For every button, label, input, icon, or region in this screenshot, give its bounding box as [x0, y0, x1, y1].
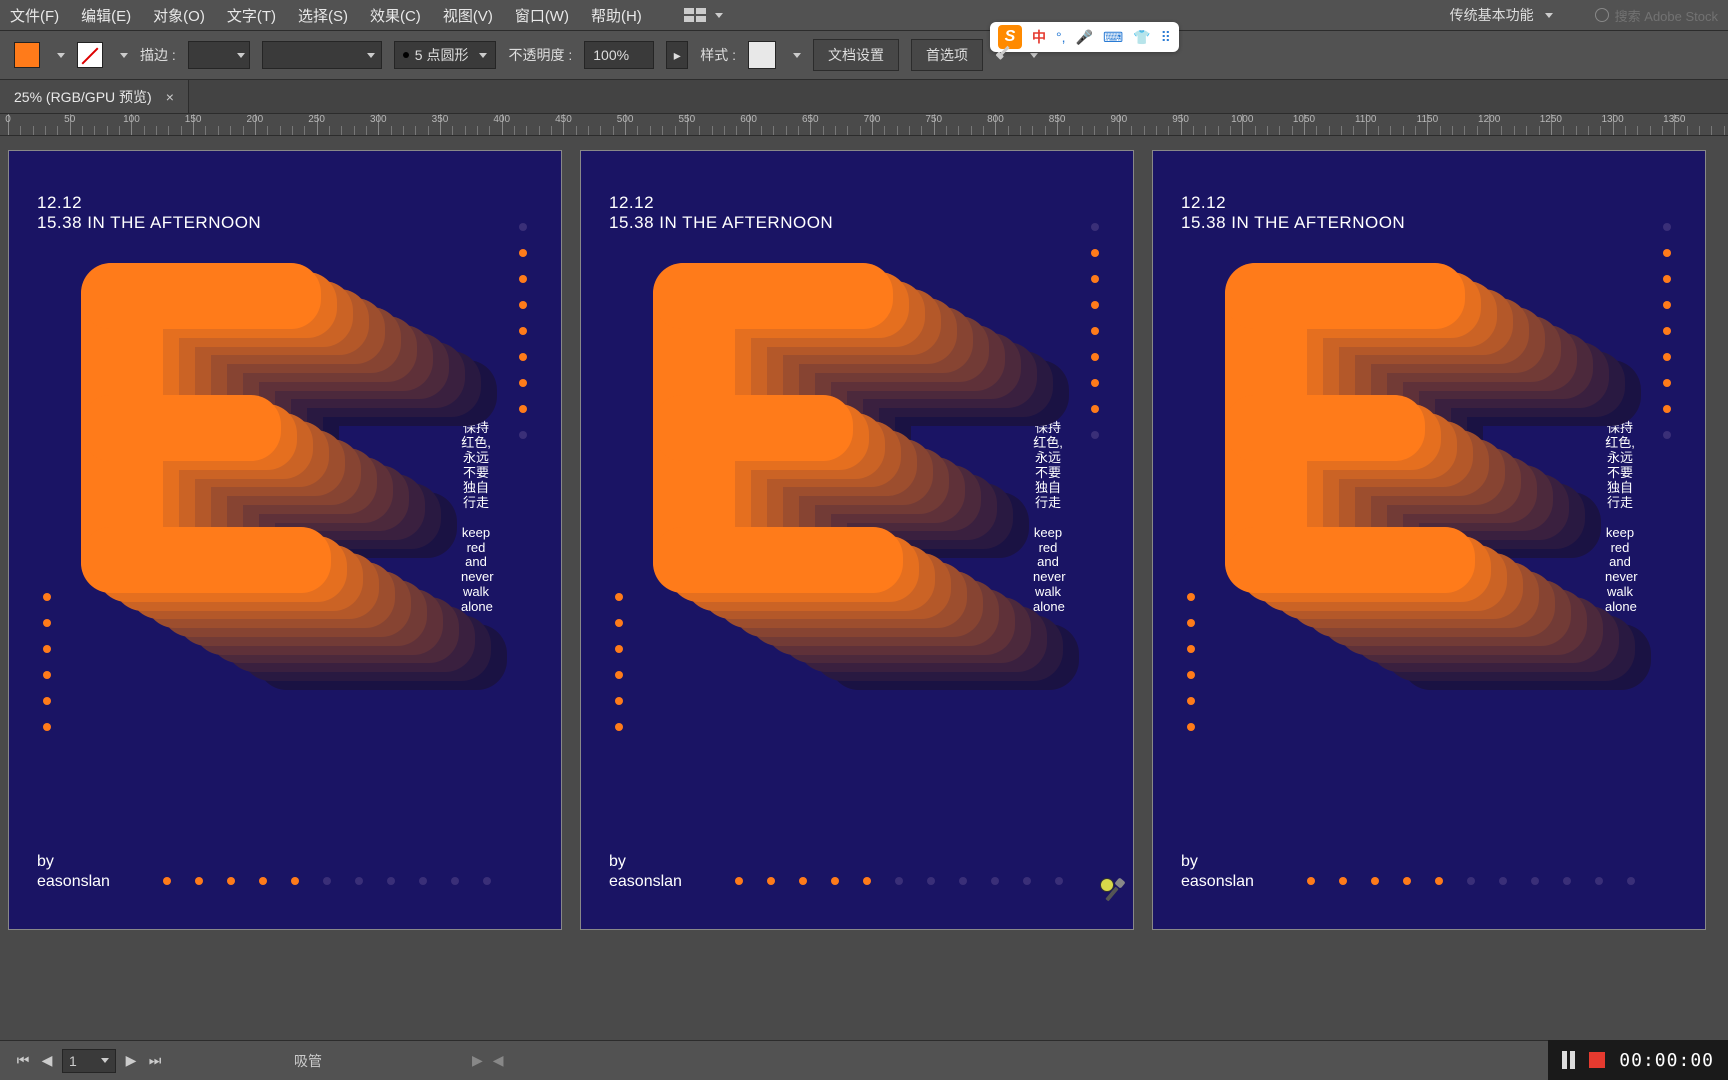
poster-by: by — [609, 853, 626, 871]
prev-artboard-button[interactable]: ◀ — [38, 1051, 56, 1071]
chevron-down-icon — [1545, 13, 1553, 18]
style-label: 样式 : — [700, 45, 736, 65]
ime-mic-icon[interactable]: 🎤 — [1076, 29, 1093, 46]
ime-toolbox-icon[interactable]: ⠿ — [1161, 29, 1171, 46]
scroll-left-button[interactable]: ▶ — [472, 1052, 483, 1069]
poster-author: easonslan — [609, 873, 682, 891]
dots-left — [615, 593, 623, 731]
document-setup-button[interactable]: 文档设置 — [813, 39, 899, 71]
scroll-right-button[interactable]: ◀ — [493, 1052, 504, 1069]
brush-definition[interactable]: 5 点圆形 — [394, 41, 497, 69]
workspace-label: 传统基本功能 — [1450, 5, 1534, 25]
dots-bottom — [163, 877, 491, 885]
last-artboard-button[interactable]: ⏭ — [146, 1051, 164, 1071]
poster-letter-e — [81, 263, 521, 693]
menu-help[interactable]: 帮助(H) — [591, 5, 642, 26]
stroke-swatch[interactable] — [77, 42, 103, 68]
poster-date: 12.12 — [37, 193, 82, 213]
graphic-style-dropdown[interactable] — [788, 53, 801, 58]
menu-effect[interactable]: 效果(C) — [370, 5, 421, 26]
poster-letter-e — [653, 263, 1093, 693]
recorder-pause-button[interactable] — [1562, 1051, 1575, 1069]
poster-author: easonslan — [1181, 873, 1254, 891]
document-tab-bar: 25% (RGB/GPU 预览) × — [0, 80, 1728, 114]
poster-letter-e — [1225, 263, 1665, 693]
poster-by: by — [37, 853, 54, 871]
graphic-style-swatch[interactable] — [748, 41, 776, 69]
document-tab[interactable]: 25% (RGB/GPU 预览) × — [0, 80, 189, 113]
document-tab-label: 25% (RGB/GPU 预览) — [14, 87, 152, 107]
ime-punct-icon[interactable]: °, — [1056, 29, 1066, 45]
artboard-1[interactable]: 12.1215.38 IN THE AFTERNOONbyeasonslan保持… — [8, 150, 562, 930]
chevron-down-icon — [715, 13, 723, 18]
close-icon[interactable]: × — [166, 89, 174, 105]
workspace-switcher[interactable]: 传统基本功能 — [1450, 5, 1553, 25]
search-placeholder: 搜索 Adobe Stock — [1615, 6, 1718, 25]
horizontal-ruler[interactable]: 0501001502002503003504004505005506006507… — [0, 114, 1728, 136]
variable-width-profile[interactable] — [262, 41, 382, 69]
ime-keyboard-icon[interactable]: ⌨ — [1103, 29, 1123, 46]
search-stock-input[interactable]: 搜索 Adobe Stock — [1595, 6, 1718, 25]
opacity-flyout[interactable]: ▸ — [666, 41, 688, 69]
next-artboard-button[interactable]: ▶ — [122, 1051, 140, 1071]
screen-recorder-bar: 00:00:00 — [1548, 1040, 1728, 1080]
brush-dot-icon — [403, 52, 409, 58]
poster-time: 15.38 IN THE AFTERNOON — [1181, 213, 1405, 233]
recorder-stop-button[interactable] — [1589, 1052, 1605, 1068]
stroke-weight-input[interactable] — [188, 41, 250, 69]
menu-select[interactable]: 选择(S) — [298, 5, 348, 26]
ime-skin-icon[interactable]: 👕 — [1133, 29, 1150, 46]
status-bar: ⏮ ◀ 1 ▶ ⏭ 吸管 ▶ ◀ — [0, 1040, 1728, 1080]
ime-language[interactable]: 中 — [1032, 27, 1046, 47]
poster-time: 15.38 IN THE AFTERNOON — [609, 213, 833, 233]
fill-dropdown[interactable] — [52, 53, 65, 58]
current-tool-label: 吸管 — [294, 1051, 322, 1071]
preferences-button[interactable]: 首选项 — [911, 39, 983, 71]
ime-toolbar[interactable]: S 中 °, 🎤 ⌨ 👕 ⠿ — [990, 22, 1179, 52]
fill-swatch[interactable] — [14, 42, 40, 68]
poster-author: easonslan — [37, 873, 110, 891]
artboard-2[interactable]: 12.1215.38 IN THE AFTERNOONbyeasonslan保持… — [580, 150, 1134, 930]
artboard-3[interactable]: 12.1215.38 IN THE AFTERNOONbyeasonslan保持… — [1152, 150, 1706, 930]
menu-view[interactable]: 视图(V) — [443, 5, 493, 26]
brush-value: 5 点圆形 — [415, 45, 469, 65]
stroke-label: 描边 : — [140, 45, 176, 65]
artboard-number-input[interactable]: 1 — [62, 1049, 116, 1073]
poster-time: 15.38 IN THE AFTERNOON — [37, 213, 261, 233]
menu-type[interactable]: 文字(T) — [227, 5, 276, 26]
control-bar: 描边 : 5 点圆形 不透明度 : 100% ▸ 样式 : 文档设置 首选项 — [0, 30, 1728, 80]
opacity-label: 不透明度 : — [508, 45, 572, 65]
dots-left — [43, 593, 51, 731]
dots-bottom — [735, 877, 1063, 885]
dots-bottom — [1307, 877, 1635, 885]
recorder-time: 00:00:00 — [1619, 1050, 1714, 1071]
canvas-area[interactable]: 12.1215.38 IN THE AFTERNOONbyeasonslan保持… — [0, 136, 1728, 1040]
poster-date: 12.12 — [609, 193, 654, 213]
stroke-dropdown[interactable] — [115, 53, 128, 58]
artboard-navigator: ⏮ ◀ 1 ▶ ⏭ — [14, 1049, 164, 1073]
search-icon — [1595, 8, 1609, 22]
poster-date: 12.12 — [1181, 193, 1226, 213]
pin-dropdown[interactable] — [1025, 53, 1038, 58]
poster-by: by — [1181, 853, 1198, 871]
menu-window[interactable]: 窗口(W) — [515, 5, 569, 26]
menu-object[interactable]: 对象(O) — [153, 5, 205, 26]
first-artboard-button[interactable]: ⏮ — [14, 1051, 32, 1071]
menu-file[interactable]: 文件(F) — [10, 5, 59, 26]
opacity-value: 100% — [593, 47, 629, 63]
dots-left — [1187, 593, 1195, 731]
opacity-input[interactable]: 100% — [584, 41, 654, 69]
eyedropper-cursor — [1098, 876, 1128, 906]
menu-bar: 文件(F) 编辑(E) 对象(O) 文字(T) 选择(S) 效果(C) 视图(V… — [0, 0, 1728, 30]
arrange-documents-button[interactable] — [684, 8, 723, 22]
menu-edit[interactable]: 编辑(E) — [81, 5, 131, 26]
